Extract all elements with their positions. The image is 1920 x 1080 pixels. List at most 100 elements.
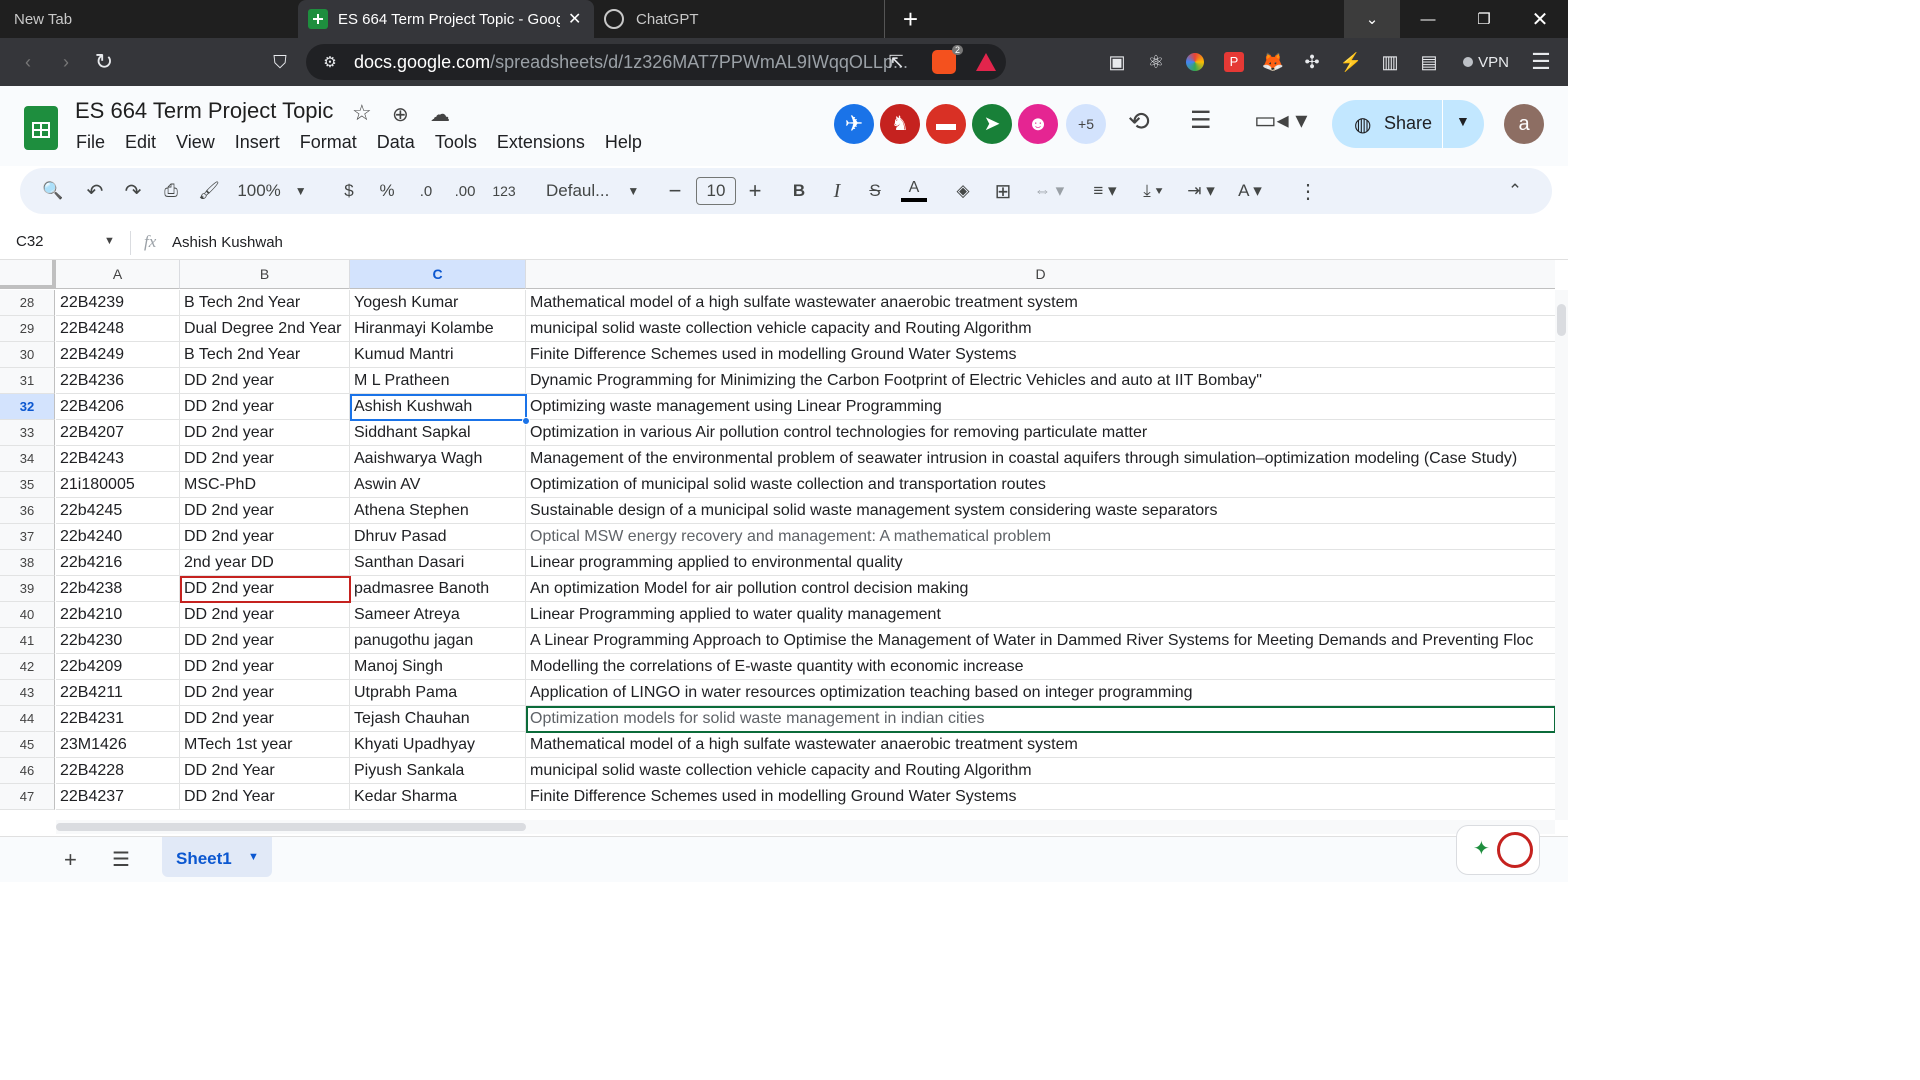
cell-d[interactable]: Finite Difference Schemes used in modell… — [526, 342, 1555, 368]
row-header[interactable]: 47 — [0, 784, 55, 810]
cell-d[interactable]: Linear programming applied to environmen… — [526, 550, 1555, 576]
cell-a[interactable]: 22B4207 — [56, 420, 180, 446]
menu-data[interactable]: Data — [367, 132, 425, 153]
cell-c[interactable]: Dhruv Pasad — [350, 524, 526, 550]
sheets-logo-icon[interactable] — [24, 106, 58, 150]
cell-b[interactable]: DD 2nd year — [180, 420, 350, 446]
cell-a[interactable]: 22B4236 — [56, 368, 180, 394]
cell-d[interactable]: municipal solid waste collection vehicle… — [526, 758, 1555, 784]
share-page-icon[interactable]: ⇱ — [884, 50, 908, 74]
name-box-dropdown-icon[interactable]: ▼ — [104, 235, 115, 247]
cell-a[interactable]: 22B4248 — [56, 316, 180, 342]
cell-b[interactable]: DD 2nd year — [180, 602, 350, 628]
cell-d[interactable]: Mathematical model of a high sulfate was… — [526, 732, 1555, 758]
row-header[interactable]: 43 — [0, 680, 55, 706]
column-header-a[interactable]: A — [56, 260, 180, 289]
all-sheets-icon[interactable]: ☰ — [112, 847, 130, 872]
cell-d[interactable]: Application of LINGO in water resources … — [526, 680, 1555, 706]
cell-b[interactable]: DD 2nd year — [180, 628, 350, 654]
cloud-saved-icon[interactable]: ☁ — [430, 102, 450, 127]
cell-a[interactable]: 22b4216 — [56, 550, 180, 576]
menu-file[interactable]: File — [66, 132, 115, 153]
cell-a[interactable]: 23M1426 — [56, 732, 180, 758]
menu-view[interactable]: View — [166, 132, 225, 153]
decrease-decimal-button[interactable]: .0 — [412, 168, 440, 214]
cell-a[interactable]: 22b4210 — [56, 602, 180, 628]
menu-format[interactable]: Format — [290, 132, 367, 153]
print-icon[interactable]: ⎙ — [156, 168, 186, 214]
cell-c[interactable]: Kumud Mantri — [350, 342, 526, 368]
minimize-button[interactable]: — — [1400, 0, 1456, 38]
cell-c[interactable]: Athena Stephen — [350, 498, 526, 524]
cell-d[interactable]: Optical MSW energy recovery and manageme… — [526, 524, 1555, 550]
cell-b[interactable]: DD 2nd year — [180, 680, 350, 706]
cell-c[interactable]: padmasree Banoth — [350, 576, 526, 602]
italic-icon[interactable]: I — [824, 168, 850, 214]
cell-b[interactable]: B Tech 2nd Year — [180, 342, 350, 368]
increase-font-size-button[interactable]: + — [742, 168, 768, 214]
comments-icon[interactable]: ☰ — [1190, 106, 1212, 135]
tab-search-button[interactable]: ⌄ — [1344, 0, 1400, 38]
row-header[interactable]: 39 — [0, 576, 55, 602]
redo-icon[interactable]: ↷ — [118, 168, 148, 214]
cell-a[interactable]: 22B4237 — [56, 784, 180, 810]
column-header-c[interactable]: C — [350, 260, 526, 289]
row-header[interactable]: 45 — [0, 732, 55, 758]
cell-d[interactable]: A Linear Programming Approach to Optimis… — [526, 628, 1555, 654]
metamask-icon[interactable]: 🦊 — [1260, 48, 1286, 76]
cell-d[interactable]: Management of the environmental problem … — [526, 446, 1555, 472]
more-collaborators-badge[interactable]: +5 — [1066, 104, 1106, 144]
cell-d[interactable]: Dynamic Programming for Minimizing the C… — [526, 368, 1555, 394]
borders-icon[interactable]: ⊞ — [990, 168, 1016, 214]
font-size-input[interactable]: 10 — [696, 168, 736, 214]
tab-chatgpt[interactable]: ChatGPT — [596, 0, 886, 38]
currency-format-button[interactable]: $ — [336, 168, 362, 214]
horizontal-scrollbar[interactable] — [56, 820, 1555, 834]
cell-b[interactable]: DD 2nd year — [180, 524, 350, 550]
row-header[interactable]: 44 — [0, 706, 55, 732]
cell-d[interactable]: Optimizing waste management using Linear… — [526, 394, 1555, 420]
chevron-down-icon[interactable]: ▼ — [248, 851, 259, 863]
cell-d[interactable]: Linear Programming applied to water qual… — [526, 602, 1555, 628]
pinterest-extension-icon[interactable]: P — [1221, 48, 1247, 76]
column-header-d[interactable]: D — [526, 260, 1555, 289]
row-header[interactable]: 38 — [0, 550, 55, 576]
select-all-corner[interactable] — [0, 260, 56, 289]
cell-a[interactable]: 21i180005 — [56, 472, 180, 498]
cell-b[interactable]: DD 2nd year — [180, 446, 350, 472]
increase-decimal-button[interactable]: .00 — [450, 168, 480, 214]
row-header[interactable]: 36 — [0, 498, 55, 524]
document-title[interactable]: ES 664 Term Project Topic — [75, 98, 333, 124]
cell-d[interactable]: An optimization Model for air pollution … — [526, 576, 1555, 602]
collapse-menus-icon[interactable]: ⌃ — [1502, 168, 1528, 214]
cell-c[interactable]: Khyati Upadhyay — [350, 732, 526, 758]
menu-tools[interactable]: Tools — [425, 132, 487, 153]
cell-d[interactable]: Modelling the correlations of E-waste qu… — [526, 654, 1555, 680]
text-rotation-icon[interactable]: A ▾ — [1230, 168, 1270, 214]
cell-d[interactable]: Optimization in various Air pollution co… — [526, 420, 1555, 446]
cell-d[interactable]: Finite Difference Schemes used in modell… — [526, 784, 1555, 810]
row-header[interactable]: 30 — [0, 342, 55, 368]
cell-d[interactable]: Optimization of municipal solid waste co… — [526, 472, 1555, 498]
cell-b[interactable]: DD 2nd Year — [180, 784, 350, 810]
row-header[interactable]: 31 — [0, 368, 55, 394]
share-button[interactable]: ◍ Share ▼ — [1332, 100, 1484, 148]
share-dropdown-icon[interactable]: ▼ — [1456, 113, 1470, 129]
address-bar[interactable]: ⚙ docs.google.com/spreadsheets/d/1z326MA… — [306, 44, 1006, 80]
cell-c[interactable]: Yogesh Kumar — [350, 290, 526, 316]
percent-format-button[interactable]: % — [374, 168, 400, 214]
sidebar-icon[interactable]: ▥ — [1377, 48, 1403, 76]
version-history-icon[interactable]: ⟲ — [1128, 106, 1150, 137]
extensions-puzzle-icon[interactable]: ✣ — [1299, 48, 1325, 76]
sheet-tab-sheet1[interactable]: Sheet1 ▼ — [162, 837, 272, 877]
cell-a[interactable]: 22b4238 — [56, 576, 180, 602]
strikethrough-icon[interactable]: S — [862, 168, 888, 214]
cell-c[interactable]: Utprabh Pama — [350, 680, 526, 706]
merge-cells-icon[interactable]: ⇔ ▾ — [1028, 168, 1070, 214]
fill-handle[interactable] — [522, 417, 530, 425]
cell-b[interactable]: DD 2nd year — [180, 498, 350, 524]
sidebar-toggle-icon[interactable]: ▣ — [1104, 48, 1130, 76]
back-button[interactable]: ‹ — [14, 48, 42, 76]
color-picker-extension-icon[interactable] — [1182, 48, 1208, 76]
react-devtools-icon[interactable]: ⚛ — [1143, 48, 1169, 76]
